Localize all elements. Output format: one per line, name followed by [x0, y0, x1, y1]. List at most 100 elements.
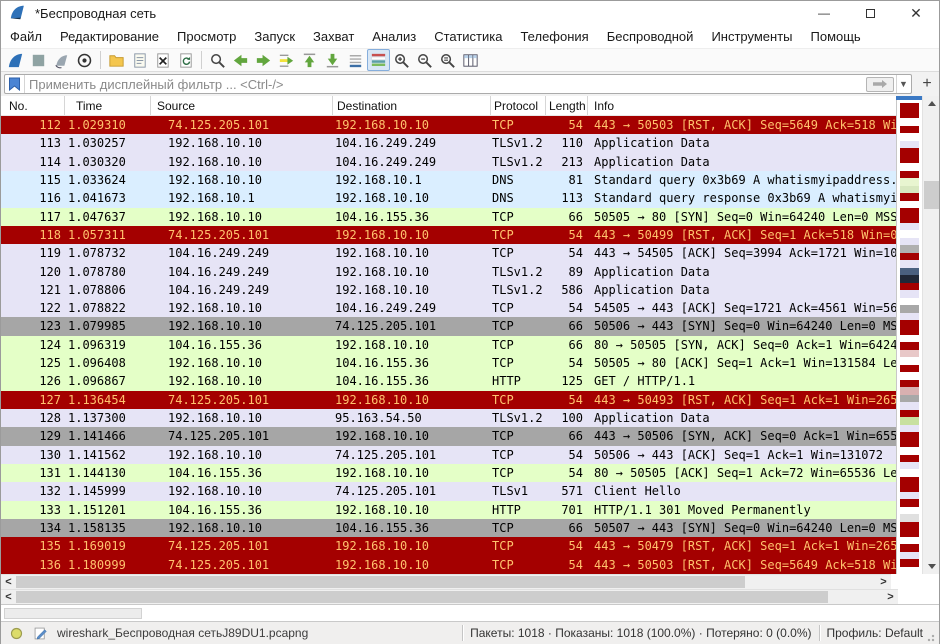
packet-row[interactable]: 1201.078780104.16.249.249192.168.10.10TL… [1, 263, 896, 281]
find-packet-icon[interactable] [206, 49, 229, 71]
reload-file-icon[interactable] [174, 49, 197, 71]
go-to-packet-icon[interactable] [275, 49, 298, 71]
packet-row[interactable]: 1361.18099974.125.205.101192.168.10.10TC… [1, 556, 896, 574]
column-header[interactable]: Destination [333, 96, 491, 115]
menu-item[interactable]: Запуск [245, 25, 304, 48]
packet-row[interactable]: 1311.144130104.16.155.36192.168.10.10TCP… [1, 464, 896, 482]
go-last-packet-icon[interactable] [321, 49, 344, 71]
cell-src: 192.168.10.10 [151, 372, 333, 390]
capture-options-icon[interactable] [73, 49, 96, 71]
capture-comment-icon[interactable] [33, 626, 48, 641]
title-bar: *Беспроводная сеть — ✕ [1, 1, 939, 25]
scroll-down-icon[interactable] [923, 559, 940, 574]
horizontal-scrollbar-thumb[interactable] [16, 576, 745, 588]
resize-columns-icon[interactable] [459, 49, 482, 71]
filter-dropdown-icon[interactable]: ▼ [896, 75, 910, 93]
expert-info-icon[interactable] [9, 626, 24, 641]
go-forward-icon[interactable] [252, 49, 275, 71]
save-file-icon[interactable] [128, 49, 151, 71]
scroll-right-icon[interactable]: > [876, 575, 891, 589]
zoom-out-icon[interactable] [413, 49, 436, 71]
cell-proto: HTTP [491, 372, 546, 390]
menu-item[interactable]: Захват [304, 25, 363, 48]
horizontal-scrollbar-pane[interactable]: < > [1, 589, 898, 604]
filter-bookmark-icon[interactable] [5, 75, 25, 93]
column-header[interactable]: Protocol [491, 96, 546, 115]
minimize-button[interactable]: — [801, 1, 847, 25]
packet-row[interactable]: 1221.078822192.168.10.10104.16.249.249TC… [1, 299, 896, 317]
resize-grip[interactable] [927, 632, 937, 642]
wireshark-fin-icon[interactable] [8, 4, 28, 22]
scroll-right-icon[interactable]: > [883, 590, 898, 604]
packet-row[interactable]: 1271.13645474.125.205.101192.168.10.10TC… [1, 391, 896, 409]
vertical-scrollbar[interactable] [922, 96, 939, 574]
column-header[interactable]: No. [1, 96, 65, 115]
packet-row[interactable]: 1321.145999192.168.10.1074.125.205.101TL… [1, 482, 896, 500]
cell-time: 1.151201 [65, 501, 151, 519]
menu-item[interactable]: Статистика [425, 25, 511, 48]
packet-row[interactable]: 1351.16901974.125.205.101192.168.10.10TC… [1, 537, 896, 555]
status-substrip [1, 604, 939, 621]
go-first-packet-icon[interactable] [298, 49, 321, 71]
stop-capture-icon[interactable] [27, 49, 50, 71]
menu-item[interactable]: Редактирование [51, 25, 168, 48]
apply-filter-icon[interactable] [866, 77, 894, 92]
auto-scroll-icon[interactable] [344, 49, 367, 71]
packet-row[interactable]: 1231.079985192.168.10.1074.125.205.101TC… [1, 317, 896, 335]
menu-item[interactable]: Файл [1, 25, 51, 48]
menu-item[interactable]: Телефония [511, 25, 597, 48]
column-header[interactable]: Info [588, 96, 896, 115]
packet-row[interactable]: 1161.041673192.168.10.1192.168.10.10DNS1… [1, 189, 896, 207]
menu-item[interactable]: Беспроводной [598, 25, 703, 48]
packet-row[interactable]: 1261.096867192.168.10.10104.16.155.36HTT… [1, 372, 896, 390]
packet-row[interactable]: 1171.047637192.168.10.10104.16.155.36TCP… [1, 208, 896, 226]
horizontal-scrollbar-list[interactable]: < > [1, 574, 891, 589]
open-file-icon[interactable] [105, 49, 128, 71]
column-header[interactable]: Source [151, 96, 333, 115]
column-header[interactable]: Length [546, 96, 588, 115]
menu-item[interactable]: Анализ [363, 25, 425, 48]
cell-time: 1.030320 [65, 153, 151, 171]
go-back-icon[interactable] [229, 49, 252, 71]
packet-row[interactable]: 1251.096408192.168.10.10104.16.155.36TCP… [1, 354, 896, 372]
cell-no: 132 [1, 482, 65, 500]
cell-dst: 192.168.10.10 [333, 281, 491, 299]
colorize-packets-icon[interactable] [367, 49, 390, 71]
display-filter-input[interactable] [25, 77, 866, 92]
packet-row[interactable]: 1281.137300192.168.10.1095.163.54.50TLSv… [1, 409, 896, 427]
restart-capture-icon[interactable] [50, 49, 73, 71]
packet-minimap[interactable] [896, 96, 922, 574]
packet-row[interactable]: 1131.030257192.168.10.10104.16.249.249TL… [1, 134, 896, 152]
menu-item[interactable]: Просмотр [168, 25, 245, 48]
zoom-normal-icon[interactable] [436, 49, 459, 71]
profile-label[interactable]: Профиль: Default [827, 626, 924, 640]
vertical-scrollbar-thumb[interactable] [924, 181, 939, 209]
packet-row[interactable]: 1211.078806104.16.249.249192.168.10.10TL… [1, 281, 896, 299]
packet-row[interactable]: 1151.033624192.168.10.10192.168.10.1DNS8… [1, 171, 896, 189]
zoom-in-icon[interactable] [390, 49, 413, 71]
menu-item[interactable]: Помощь [802, 25, 870, 48]
packet-row[interactable]: 1241.096319104.16.155.36192.168.10.10TCP… [1, 336, 896, 354]
cell-dst: 104.16.249.249 [333, 134, 491, 152]
scroll-left-icon[interactable]: < [1, 575, 16, 589]
packet-row[interactable]: 1331.151201104.16.155.36192.168.10.10HTT… [1, 501, 896, 519]
packet-row[interactable]: 1291.14146674.125.205.101192.168.10.10TC… [1, 427, 896, 445]
horizontal-scrollbar-thumb[interactable] [16, 591, 828, 603]
menu-item[interactable]: Инструменты [702, 25, 801, 48]
packet-row[interactable]: 1191.078732104.16.249.249192.168.10.10TC… [1, 244, 896, 262]
packet-row[interactable]: 1181.05731174.125.205.101192.168.10.10TC… [1, 226, 896, 244]
maximize-button[interactable] [847, 1, 893, 25]
close-button[interactable]: ✕ [893, 1, 939, 25]
cell-no: 130 [1, 446, 65, 464]
add-filter-button[interactable]: + [918, 74, 936, 94]
start-capture-icon[interactable] [4, 49, 27, 71]
column-header[interactable]: Time [65, 96, 151, 115]
packet-row[interactable]: 1141.030320192.168.10.10104.16.249.249TL… [1, 153, 896, 171]
close-file-icon[interactable] [151, 49, 174, 71]
scroll-up-icon[interactable] [923, 96, 940, 111]
packet-row[interactable]: 1301.141562192.168.10.1074.125.205.101TC… [1, 446, 896, 464]
scroll-left-icon[interactable]: < [1, 590, 16, 604]
cell-src: 192.168.10.10 [151, 482, 333, 500]
packet-row[interactable]: 1121.02931074.125.205.101192.168.10.10TC… [1, 116, 896, 134]
packet-row[interactable]: 1341.158135192.168.10.10104.16.155.36TCP… [1, 519, 896, 537]
